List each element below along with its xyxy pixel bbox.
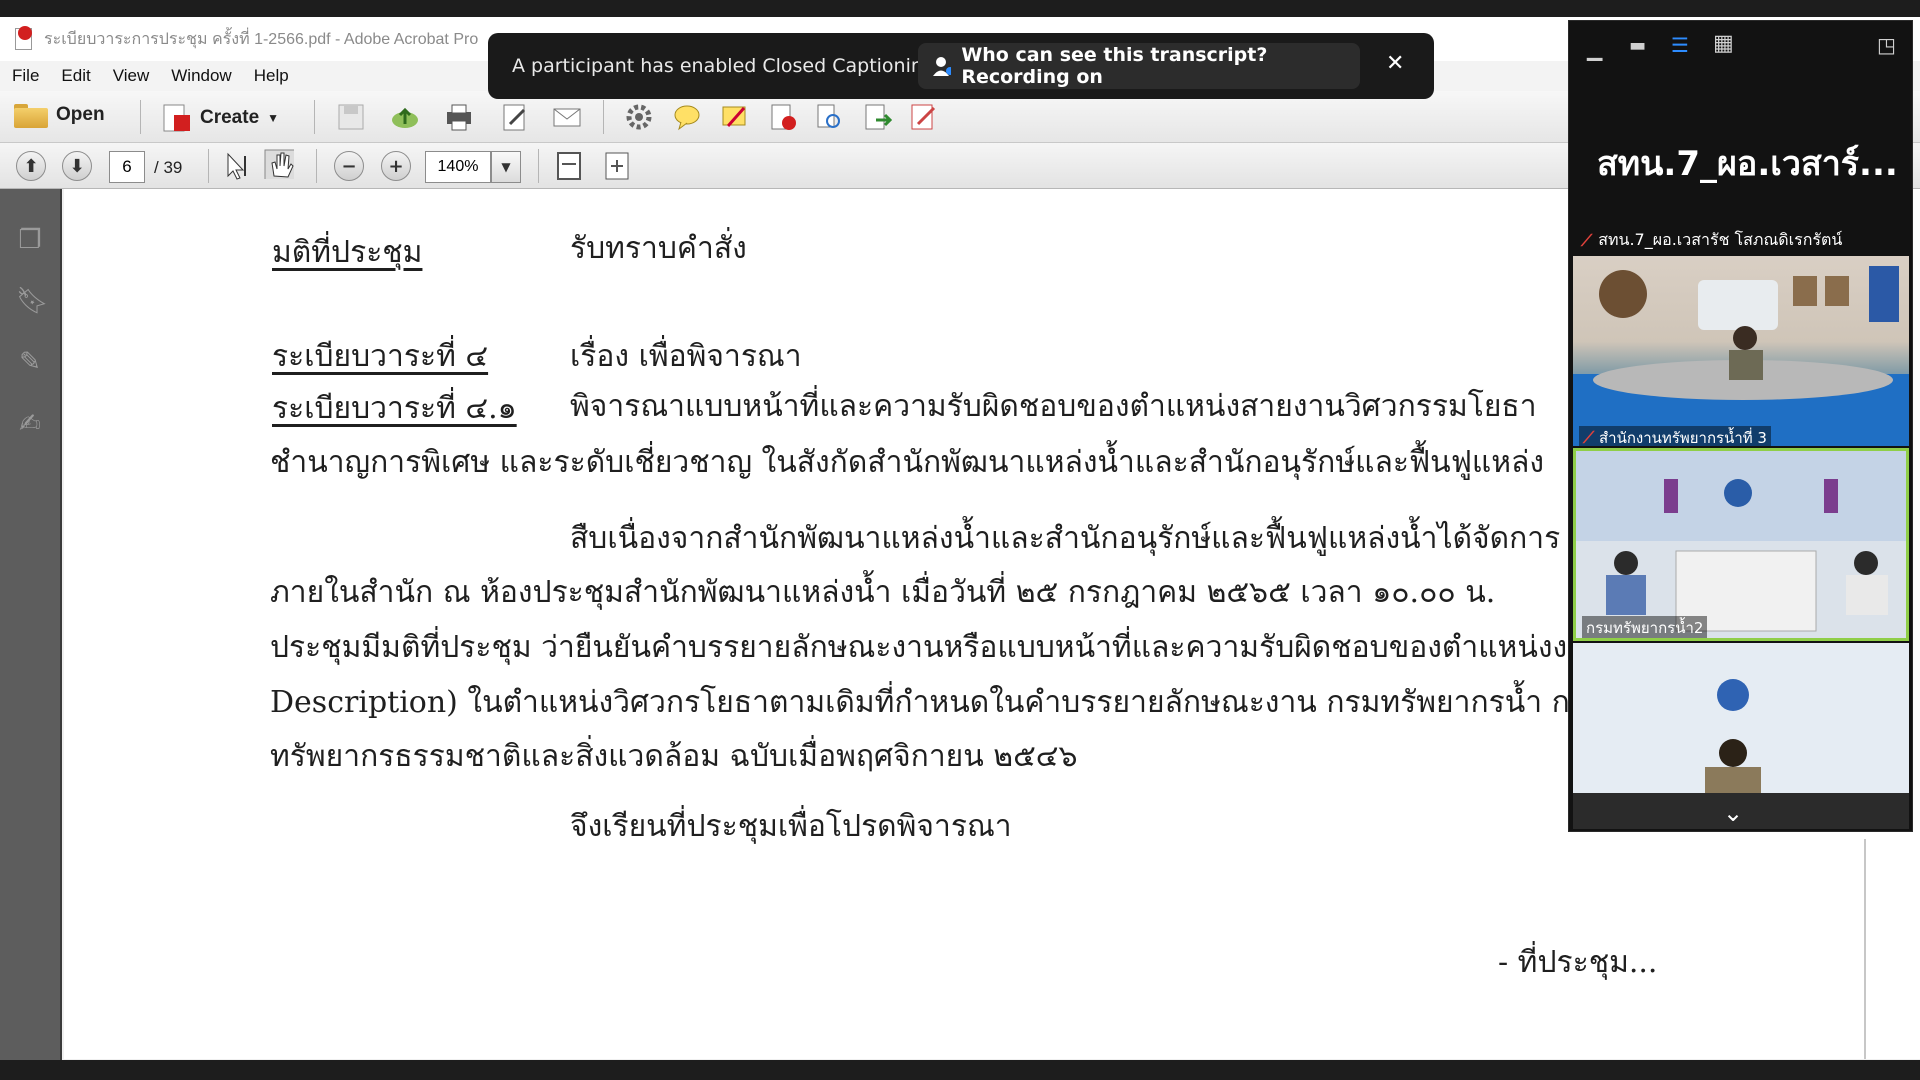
chevron-down-icon[interactable]: ⌄ [1723, 799, 1743, 827]
menu-window[interactable]: Window [171, 66, 231, 86]
navigation-pane: ❐ 🔖︎ ✎ ✍ [0, 189, 62, 1060]
create-button[interactable]: Create ▼ [160, 102, 279, 134]
close-banner-icon[interactable]: ✕ [1386, 51, 1404, 76]
transcript-prompt: Who can see this transcript? Recording o… [961, 44, 1268, 88]
conference-room-video [1573, 266, 1909, 446]
chevron-down-icon: ▼ [501, 160, 511, 174]
page-total: / 39 [154, 158, 183, 177]
fit-width-icon[interactable] [602, 151, 632, 181]
next-page-button[interactable]: ⬇ [62, 151, 92, 181]
mic-muted-icon: ⟋ [1581, 230, 1593, 250]
zoom-participant-panel: ▁ ▬ ☰ ▦ ◳ สทน.7_ผอ.เวสาร์... ⟋ สทน.7_ผอ.… [1568, 20, 1913, 832]
resolution-text: รับทราบคำสั่ง [570, 231, 747, 266]
highlight-text-icon[interactable] [720, 102, 750, 132]
body-line-5: ภายในสำนัก ณ ห้องประชุมสำนักพัฒนาแหล่งน้… [270, 575, 1496, 610]
folder-icon [14, 102, 48, 128]
zoom-out-button[interactable]: − [334, 151, 364, 181]
acrobat-app-icon [12, 26, 38, 52]
participant-3-name: กรมทรัพยากรน้ำ2 [1586, 619, 1704, 637]
toolbar-divider [140, 100, 141, 134]
menu-edit[interactable]: Edit [61, 66, 90, 86]
scan-edge-line [1864, 839, 1866, 1059]
body-line-7: Description) ในตำแหน่งวิศวกรโยธาตามเดิมท… [270, 685, 1586, 720]
attachment-paperclip-icon[interactable]: ✎ [16, 347, 44, 377]
caption-message: A participant has enabled Closed Caption… [512, 55, 935, 77]
agenda-4-text: เรื่อง เพื่อพิจารณา [570, 339, 802, 374]
toolbar-divider [603, 100, 604, 134]
participant-name-tag: ⟋ สทน.7_ผอ.เวสารัช โสภณดิเรกรัตน์ [1581, 228, 1842, 253]
pages-thumbnail-icon[interactable]: ❐ [16, 225, 44, 255]
agenda-4-1-label: ระเบียบวาระที่ ๔.๑ [272, 391, 517, 426]
toolbar-divider [208, 149, 209, 183]
plus-icon: + [388, 155, 404, 177]
single-view-icon[interactable]: ▬ [1629, 35, 1646, 56]
transcript-info-button[interactable]: Who can see this transcript? Recording o… [918, 43, 1360, 89]
minimize-icon[interactable]: ▁ [1587, 37, 1602, 61]
participant-2-name: สำนักงานทรัพยากรน้ำที่ 3 [1598, 429, 1767, 446]
bookmark-icon[interactable]: 🔖︎ [16, 286, 49, 316]
participant-1-name: สทน.7_ผอ.เวสารัช โสภณดิเรกรัตน์ [1598, 230, 1843, 249]
chevron-down-icon: ▼ [267, 111, 280, 125]
meeting-room-video [1576, 451, 1906, 638]
participant-3-name-tag: กรมทรัพยากรน้ำ2 [1582, 616, 1708, 638]
cloud-upload-icon[interactable] [390, 102, 420, 132]
email-icon[interactable] [552, 102, 582, 132]
menu-file[interactable]: File [12, 66, 39, 86]
menu-view[interactable]: View [113, 66, 150, 86]
participant-2-name-tag: ⟋ สำนักงานทรัพยากรน้ำที่ 3 [1579, 426, 1771, 446]
arrow-up-icon: ⬆ [23, 155, 39, 177]
body-line-8: ทรัพยากรธรรมชาติและสิ่งแวดล้อม ฉบับเมื่อ… [270, 739, 1078, 774]
page-number-input[interactable]: 6 [109, 151, 145, 183]
agenda-4-label: ระเบียบวาระที่ ๔ [272, 339, 489, 374]
screen-top-bar [0, 0, 1920, 17]
zoom-dropdown-button[interactable]: ▼ [491, 151, 521, 183]
previous-page-button[interactable]: ⬆ [16, 151, 46, 181]
compare-document-icon[interactable] [814, 102, 844, 132]
body-line-9: จึงเรียนที่ประชุมเพื่อโปรดพิจารณา [570, 809, 1012, 844]
save-icon[interactable] [336, 102, 366, 132]
select-cursor-icon[interactable] [222, 151, 252, 181]
mic-muted-icon: ⟋ [1583, 428, 1595, 446]
print-icon[interactable] [444, 102, 474, 132]
resolution-heading: มติที่ประชุม [272, 235, 423, 270]
body-line-6: ประชุมมีมติที่ประชุม ว่ายืนยันคำบรรยายลั… [270, 630, 1584, 665]
body-line-3: ชำนาญการพิเศษ และระดับเชี่ยวชาญ ในสังกัด… [270, 445, 1545, 480]
open-button[interactable]: Open [14, 102, 105, 128]
screen-bottom-bar [0, 1060, 1920, 1080]
pop-out-icon[interactable]: ◳ [1877, 33, 1896, 57]
minus-icon: − [341, 155, 357, 177]
arrow-down-icon: ⬇ [69, 155, 85, 177]
fit-page-icon[interactable] [554, 151, 584, 181]
gallery-grid-icon[interactable]: ▦ [1713, 31, 1734, 56]
zoom-level-input[interactable]: 140% [425, 151, 491, 183]
active-speaker-video-tile[interactable]: กรมทรัพยากรน้ำ2 [1573, 448, 1909, 641]
speaker-view-icon[interactable]: ☰ [1671, 33, 1689, 57]
edit-document-icon[interactable] [500, 102, 530, 132]
delete-document-icon[interactable] [768, 102, 798, 132]
window-title: ระเบียบวาระการประชุม ครั้งที่ 1-2566.pdf… [44, 30, 479, 48]
person-info-icon [933, 57, 952, 76]
menu-help[interactable]: Help [254, 66, 289, 86]
export-document-icon[interactable] [862, 102, 892, 132]
signature-icon[interactable]: ✍ [16, 409, 44, 439]
agenda-4-1-text: พิจารณาแบบหน้าที่และความรับผิดชอบของตำแห… [570, 389, 1537, 424]
closed-caption-banner: A participant has enabled Closed Caption… [488, 33, 1434, 99]
hand-tool-icon[interactable] [264, 149, 294, 179]
sign-document-icon[interactable] [908, 102, 938, 132]
settings-gear-icon[interactable] [624, 102, 654, 132]
create-pdf-icon [163, 104, 190, 132]
toolbar-divider [316, 149, 317, 183]
toolbar-divider [538, 149, 539, 183]
body-line-4: สืบเนื่องจากสำนักพัฒนาแหล่งน้ำและสำนักอน… [570, 521, 1561, 556]
active-speaker-name: สทน.7_ผอ.เวสาร์... [1597, 144, 1898, 184]
open-label: Open [56, 104, 105, 125]
comment-icon[interactable] [672, 102, 702, 132]
zoom-in-button[interactable]: + [381, 151, 411, 181]
participant-video-tile[interactable]: ⟋ สำนักงานทรัพยากรน้ำที่ 3 [1573, 256, 1909, 446]
create-label: Create [200, 107, 260, 128]
toolbar-divider [314, 100, 315, 134]
page-footer-continuation: - ที่ประชุม... [1498, 945, 1658, 980]
